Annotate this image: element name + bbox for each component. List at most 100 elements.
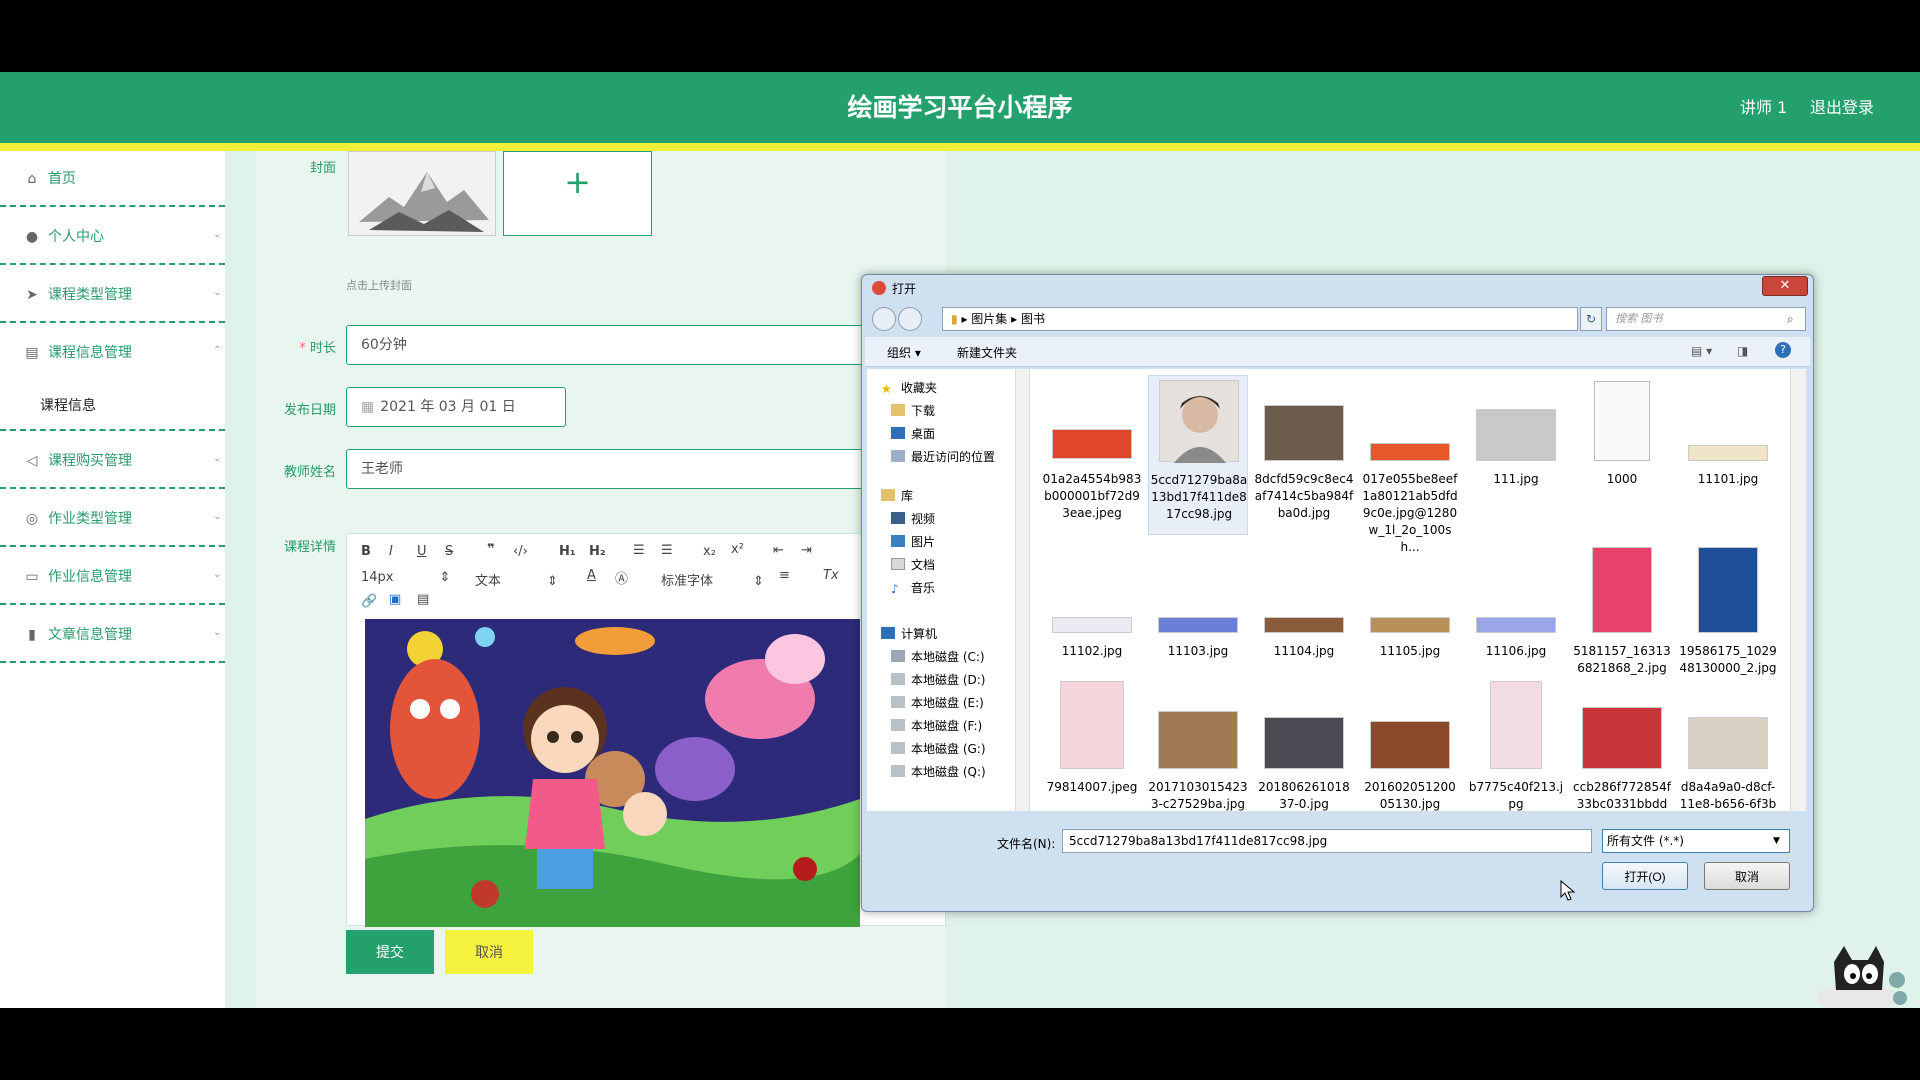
submit-button[interactable]: 提交 [346,930,434,974]
dialog-cancel-button[interactable]: 取消 [1704,862,1790,890]
clear-format-icon[interactable]: Tx [823,568,839,583]
teacher-name-input[interactable]: 王老师 [346,449,946,489]
outdent-icon[interactable]: ⇤ [773,543,784,558]
refresh-button[interactable]: ↻ [1580,307,1602,331]
cancel-button[interactable]: 取消 [445,930,533,974]
search-input[interactable]: 搜索 图书 ⌕ [1606,307,1806,331]
duration-input[interactable]: 60分钟 [346,325,946,365]
teacher-name-label: 教师姓名 [283,465,336,480]
chrome-icon [872,281,886,295]
file-item[interactable]: ccb286f772854f33bc0331bbdd [1572,681,1672,811]
image-icon[interactable]: ▣ [389,592,401,607]
file-name: 11106.jpg [1485,644,1547,658]
nav-drive-f[interactable]: 本地磁盘 (F:) [891,717,982,734]
file-item-selected[interactable]: 5ccd71279ba8a13bd17f411de817cc98.jpg [1148,375,1248,535]
children-drawing-image [365,619,860,927]
file-item[interactable]: 01a2a4554b983b000001bf72d93eae.jpeg [1042,375,1142,535]
logout-link[interactable]: 退出登录 [1810,72,1874,143]
preview-pane-icon[interactable]: ◨ [1737,344,1748,358]
upload-cover-button[interactable]: + [503,151,652,236]
code-icon[interactable]: ‹/› [513,544,528,559]
bold-button[interactable]: B [361,544,371,559]
h1-button[interactable]: H₁ [559,544,576,559]
file-item[interactable]: d8a4a9a0-d8cf-11e8-b656-6f3b [1678,681,1778,811]
sidebar-item-course-purchase[interactable]: ◁ 课程购买管理 ⌄ [0,433,225,489]
nav-drive-e[interactable]: 本地磁盘 (E:) [891,694,984,711]
nav-scrollbar[interactable] [1015,369,1029,811]
align-icon[interactable]: ≡ [779,568,790,583]
file-list-scrollbar[interactable] [1790,369,1806,811]
nav-music[interactable]: ♪ 音乐 [891,579,935,596]
file-item[interactable]: 111.jpg [1466,375,1566,535]
underline-button[interactable]: U [417,544,427,559]
nav-drive-g[interactable]: 本地磁盘 (G:) [891,740,986,757]
sidebar-item-article-info[interactable]: ▮ 文章信息管理 ⌄ [0,607,225,663]
sidebar-item-course-info[interactable]: ▤ 课程信息管理 ⌃ [0,325,225,381]
nav-drive-c[interactable]: 本地磁盘 (C:) [891,648,985,665]
back-button[interactable] [872,307,896,331]
sidebar-subitem-course-info[interactable]: 课程信息 [0,381,225,431]
italic-button[interactable]: I [389,544,393,559]
mascot-cat-icon [1817,946,1907,1008]
block-format-select[interactable]: 文本 ⇕ [475,570,558,589]
breadcrumb-item[interactable]: 图书 [1021,312,1045,326]
nav-pictures[interactable]: 图片 [891,533,935,550]
filename-input[interactable]: 5ccd71279ba8a13bd17f411de817cc98.jpg [1062,829,1592,853]
open-button[interactable]: 打开(O) [1602,862,1688,890]
sidebar-item-label: 课程购买管理 [48,453,132,469]
rich-text-editor[interactable]: B I U S ❞ ‹/› H₁ H₂ ☰ ☰ x₂ x² ⇤ ⇥ 14px ⇕ … [346,533,946,927]
file-name: 5181157_163136821868_2.jpg [1573,644,1671,675]
nav-videos[interactable]: 视频 [891,510,935,527]
file-item[interactable]: 11101.jpg [1678,375,1778,535]
nav-documents[interactable]: 文档 [891,556,935,573]
font-family-select[interactable]: 标准字体 ⇕ [661,570,764,589]
music-icon: ♪ [891,582,899,596]
link-icon[interactable]: 🔗 [361,594,377,609]
nav-downloads[interactable]: 下载 [891,402,935,419]
file-item[interactable]: 1000 [1572,375,1672,535]
cover-image[interactable] [348,151,496,236]
nav-drive-q[interactable]: 本地磁盘 (Q:) [891,763,986,780]
indent-icon[interactable]: ⇥ [801,543,812,558]
video-icon[interactable]: ▤ [417,592,429,607]
address-bar[interactable]: ▮ ▸ 图片集 ▸ 图书 ▼ [942,307,1640,331]
nav-libraries[interactable]: 库 [881,487,913,504]
organize-button[interactable]: 组织 ▾ [887,344,921,361]
superscript-button[interactable]: x² [731,542,744,557]
file-item[interactable]: b7775c40f213.jpg [1466,681,1566,811]
forward-button[interactable] [898,307,922,331]
file-item[interactable]: 79814007.jpeg [1042,681,1142,811]
sidebar-item-home[interactable]: ⌂ 首页 [0,151,225,207]
publish-date-input[interactable]: ▦ 2021 年 03 月 01 日 [346,387,566,427]
nav-recent[interactable]: 最近访问的位置 [891,448,995,465]
file-item[interactable]: 017e055be8eef1a80121ab5dfd9c0e.jpg@1280w… [1360,375,1460,554]
strike-button[interactable]: S [445,544,453,559]
file-item[interactable]: 8dcfd59c9c8ec4af7414c5ba984fba0d.jpg [1254,375,1354,535]
breadcrumb-item[interactable]: 图片集 [971,312,1007,326]
nav-desktop[interactable]: 桌面 [891,425,935,442]
background-color-icon[interactable]: Ⓐ [615,568,628,587]
help-icon[interactable]: ? [1775,342,1791,358]
sidebar-item-homework-type[interactable]: ◎ 作业类型管理 ⌄ [0,491,225,547]
sidebar-item-course-type[interactable]: ➤ 课程类型管理 ⌄ [0,267,225,323]
subscript-button[interactable]: x₂ [703,544,716,559]
file-item[interactable]: 20171030154233-c27529ba.jpg [1148,681,1248,811]
view-options-icon[interactable]: ▤ ▾ [1691,344,1712,358]
font-color-icon[interactable]: A [587,568,596,583]
file-item[interactable]: 201806261018 37-0.jpg [1254,681,1354,811]
nav-favorites[interactable]: ★ 收藏夹 [881,379,937,396]
close-button[interactable]: ✕ [1762,276,1808,296]
sidebar-item-personal-center[interactable]: ● 个人中心 ⌄ [0,209,225,265]
h2-button[interactable]: H₂ [589,544,606,559]
nav-drive-d[interactable]: 本地磁盘 (D:) [891,671,985,688]
bullet-list-icon[interactable]: ☰ [661,543,673,558]
ordered-list-icon[interactable]: ☰ [633,543,645,558]
new-folder-button[interactable]: 新建文件夹 [957,344,1017,361]
file-item[interactable]: 201602051200 05130.jpg [1360,681,1460,811]
font-size-select[interactable]: 14px ⇕ [361,570,450,585]
nav-computer[interactable]: 计算机 [881,625,937,642]
drive-icon [891,742,905,754]
file-type-select[interactable]: 所有文件 (*.*) ▼ [1602,829,1790,853]
sidebar-item-homework-info[interactable]: ▭ 作业信息管理 ⌄ [0,549,225,605]
blockquote-icon[interactable]: ❞ [487,542,495,557]
